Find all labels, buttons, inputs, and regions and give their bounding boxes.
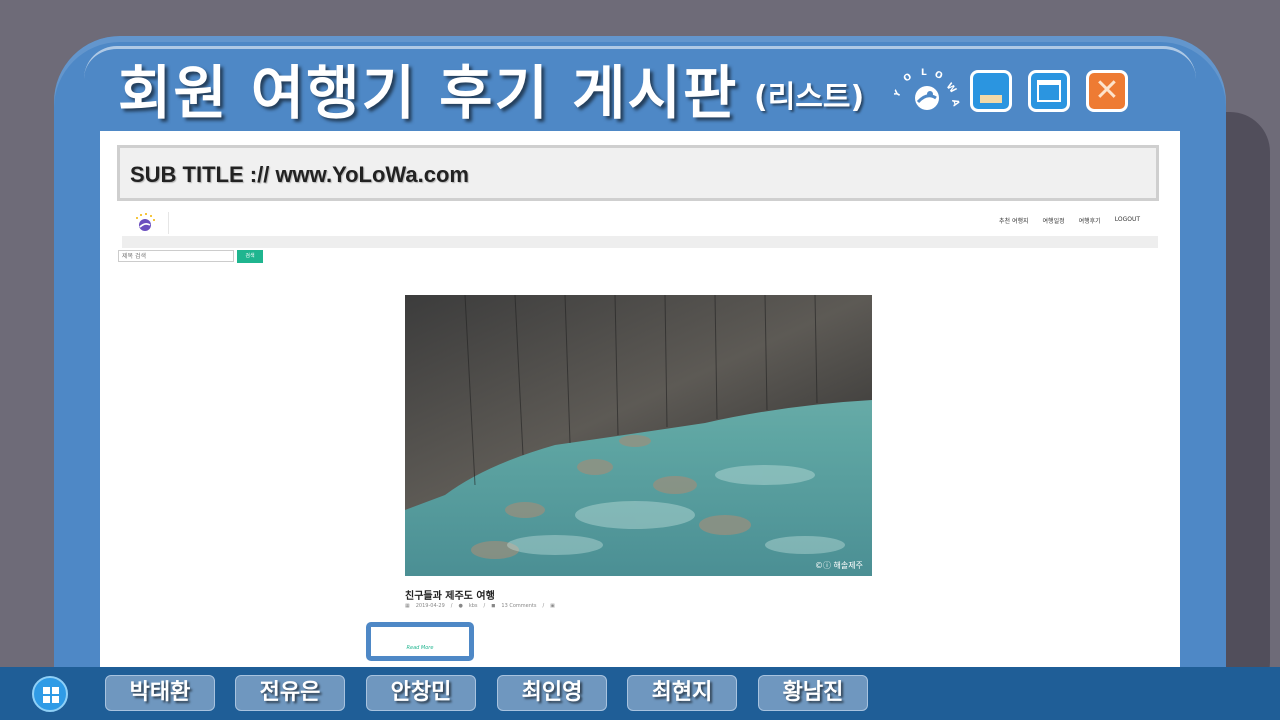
calendar-icon: ▦ [405, 603, 410, 609]
yolowa-logo: Y O L O W A [894, 68, 960, 110]
svg-text:W: W [944, 82, 958, 96]
member-button[interactable]: 박태환 [105, 675, 215, 711]
site-navbar: 추천 여행지 여행일정 여행후기 LOGOUT [122, 210, 1158, 237]
image-caption: ©ⓘ 해솔제주 [815, 560, 863, 570]
navbar-divider [168, 212, 169, 234]
svg-text:A: A [949, 98, 960, 107]
comments-icon: ◼ [491, 603, 496, 609]
post-image[interactable]: ©ⓘ 해솔제주 [405, 295, 872, 576]
page-title: 회원 여행기 후기 게시판 [118, 59, 739, 127]
member-button[interactable]: 황남진 [758, 675, 868, 711]
meta-separator: / [450, 603, 453, 609]
search-input[interactable] [118, 250, 234, 262]
nav-item-logout[interactable]: LOGOUT [1115, 216, 1140, 225]
member-button[interactable]: 안창민 [366, 675, 476, 711]
meta-separator: / [542, 603, 545, 609]
minimize-icon [980, 95, 1002, 103]
member-button[interactable]: 최인영 [497, 675, 607, 711]
site-nav-menu: 추천 여행지 여행일정 여행후기 LOGOUT [999, 216, 1140, 225]
nav-item-recommended[interactable]: 추천 여행지 [999, 216, 1029, 225]
close-button[interactable]: ✕ [1086, 70, 1128, 112]
read-more-highlight: Read More [366, 622, 474, 661]
svg-text:O: O [933, 70, 944, 82]
post-meta: ▦ 2019-04-29 / ● kbs / ◼ 13 Comments / ▣ [405, 603, 555, 609]
member-button[interactable]: 최현지 [627, 675, 737, 711]
nav-item-schedule[interactable]: 여행일정 [1043, 216, 1065, 225]
svg-text:Y: Y [894, 88, 904, 100]
nav-item-reviews[interactable]: 여행후기 [1079, 216, 1101, 225]
post-comments[interactable]: 13 Comments [501, 603, 536, 609]
member-button[interactable]: 전유은 [235, 675, 345, 711]
post-date: 2019-04-29 [415, 603, 445, 609]
maximize-icon [1037, 80, 1061, 102]
site-logo-icon[interactable] [128, 212, 162, 234]
subtitle-box: SUB TITLE :// www.YoLoWa.com [117, 145, 1159, 201]
maximize-button[interactable] [1028, 70, 1070, 112]
user-icon: ● [458, 603, 463, 609]
close-icon: ✕ [1094, 73, 1120, 108]
start-button[interactable] [32, 676, 68, 712]
search-button[interactable]: 검색 [237, 250, 263, 263]
content-panel: SUB TITLE :// www.YoLoWa.com 추천 여행지 여행일정… [100, 131, 1180, 671]
navbar-strip [122, 236, 1158, 248]
folder-icon: ▣ [550, 603, 555, 609]
svg-text:O: O [902, 72, 914, 85]
read-more-link[interactable]: Read More [371, 645, 469, 651]
post-title[interactable]: 친구들과 제주도 여행 [405, 587, 495, 602]
subtitle-text: SUB TITLE :// www.YoLoWa.com [130, 162, 469, 187]
svg-text:L: L [921, 68, 927, 78]
meta-separator: / [483, 603, 486, 609]
taskbar: 박태환 전유은 안창민 최인영 최현지 황남진 [0, 667, 1280, 720]
windows-icon [43, 687, 59, 703]
minimize-button[interactable] [970, 70, 1012, 112]
post-author: kbs [468, 603, 478, 609]
page-title-suffix: (리스트) [754, 80, 865, 115]
